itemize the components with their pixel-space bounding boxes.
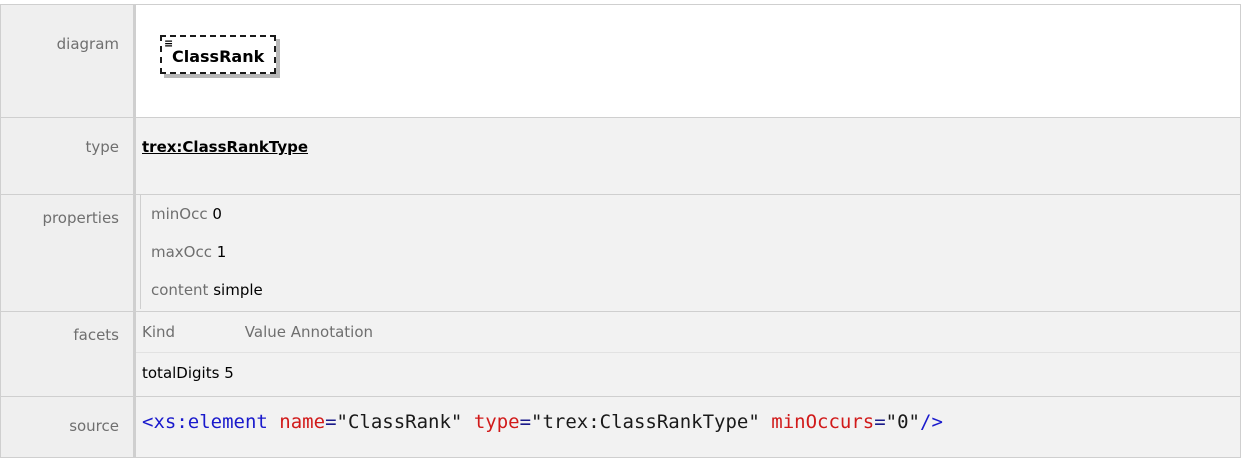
source-attr-value: "ClassRank" xyxy=(336,411,463,433)
source-cell: <xs:element name="ClassRank" type="trex:… xyxy=(134,396,1241,458)
source-attr-value: "trex:ClassRankType" xyxy=(531,411,760,433)
source-attr-value: "0" xyxy=(885,411,920,433)
property-item: content simple xyxy=(141,271,1240,309)
property-item: maxOcc 1 xyxy=(141,233,1240,271)
diagram-row: diagram ≡ ClassRank xyxy=(0,4,1241,118)
diagram-cell: ≡ ClassRank xyxy=(134,4,1241,118)
facet-kind: totalDigits xyxy=(142,364,220,382)
property-value: simple xyxy=(213,281,263,299)
property-key: minOcc xyxy=(151,205,208,223)
type-row: type trex:ClassRankType xyxy=(0,117,1241,195)
source-attr-name: minOccurs xyxy=(771,411,875,433)
property-value: 0 xyxy=(212,205,222,223)
type-cell: trex:ClassRankType xyxy=(134,117,1241,195)
facet-value: 5 xyxy=(224,364,234,382)
source-label: source xyxy=(0,396,136,458)
source-attr-name: name xyxy=(279,411,326,433)
type-label: type xyxy=(0,117,136,195)
source-equals: = xyxy=(874,411,886,433)
facets-header-value: Value xyxy=(244,323,286,341)
properties-cell: minOcc 0 maxOcc 1 content simple xyxy=(134,194,1241,312)
type-link[interactable]: trex:ClassRankType xyxy=(142,138,308,156)
facets-row: facets Kind Value Annotation totalDigits… xyxy=(0,311,1241,397)
element-diagram-box[interactable]: ≡ ClassRank xyxy=(160,35,277,74)
property-value: 1 xyxy=(216,243,227,261)
element-doc-table: diagram ≡ ClassRank type trex:ClassRankT… xyxy=(0,4,1241,458)
source-code: <xs:element name="ClassRank" type="trex:… xyxy=(136,397,1240,433)
property-key: content xyxy=(151,281,209,299)
facets-header: Kind Value Annotation xyxy=(136,312,1240,352)
source-tag-close: /> xyxy=(920,411,943,433)
facet-row: totalDigits 5 xyxy=(136,352,1240,393)
source-attr-name: type xyxy=(473,411,520,433)
properties-row: properties minOcc 0 maxOcc 1 content sim… xyxy=(0,194,1241,312)
property-item: minOcc 0 xyxy=(141,195,1240,233)
facets-header-kind: Kind xyxy=(142,323,176,341)
element-diagram-name: ClassRank xyxy=(172,47,265,66)
diagram-label: diagram xyxy=(0,4,136,118)
facets-header-annotation: Annotation xyxy=(290,323,374,341)
source-tag-open: <xs:element xyxy=(142,411,268,433)
list-icon: ≡ xyxy=(164,37,174,50)
source-row: source <xs:element name="ClassRank" type… xyxy=(0,396,1241,458)
properties-label: properties xyxy=(0,194,136,312)
properties-list: minOcc 0 maxOcc 1 content simple xyxy=(140,195,1240,309)
source-equals: = xyxy=(325,411,337,433)
facets-cell: Kind Value Annotation totalDigits 5 xyxy=(134,311,1241,397)
facets-label: facets xyxy=(0,311,136,397)
source-equals: = xyxy=(519,411,532,433)
property-key: maxOcc xyxy=(151,243,212,261)
